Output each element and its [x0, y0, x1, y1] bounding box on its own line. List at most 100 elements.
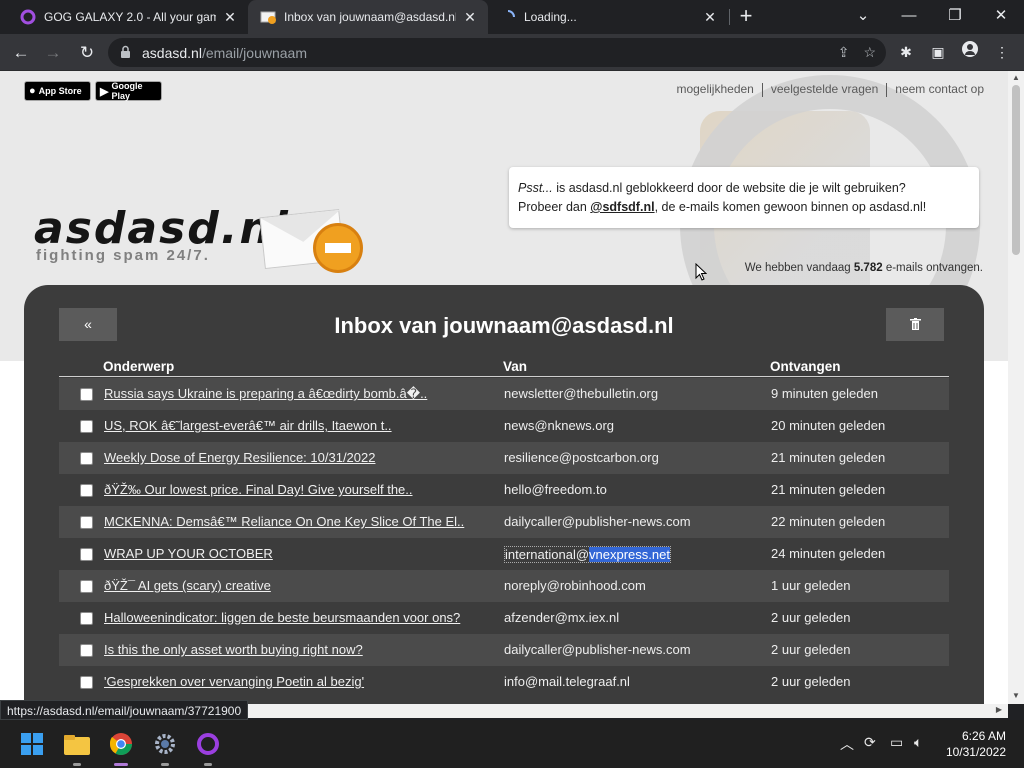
file-explorer-icon[interactable]	[61, 728, 93, 766]
table-row[interactable]: 'Gesprekken over vervanging Poetin al be…	[59, 666, 949, 698]
row-checkbox[interactable]	[80, 548, 93, 561]
table-row[interactable]: ðŸŽ¯ AI gets (scary) creative noreply@ro…	[59, 570, 949, 602]
scroll-right-arrow-icon[interactable]: ▶	[996, 705, 1002, 714]
google-play-badge[interactable]: ▶ Google Play	[95, 81, 162, 101]
row-checkbox[interactable]	[80, 388, 93, 401]
url-path: /email/jouwnaam	[201, 44, 307, 61]
taskbar-clock[interactable]: 6:26 AM 10/31/2022	[946, 728, 1006, 760]
row-checkbox[interactable]	[80, 420, 93, 433]
email-time: 2 uur geleden	[771, 674, 851, 689]
email-sender: dailycaller@publisher-news.com	[504, 642, 691, 657]
lock-icon[interactable]	[120, 45, 134, 61]
table-row[interactable]: Weekly Dose of Energy Resilience: 10/31/…	[59, 442, 949, 474]
email-sender: noreply@robinhood.com	[504, 578, 646, 593]
tab-loading[interactable]: Loading... ✕	[488, 0, 728, 34]
column-from[interactable]: Van	[503, 359, 527, 374]
email-subject-link[interactable]: Halloweenindicator: liggen de beste beur…	[104, 610, 460, 625]
table-row[interactable]: Halloweenindicator: liggen de beste beur…	[59, 602, 949, 634]
row-checkbox[interactable]	[80, 484, 93, 497]
tab-gog-galaxy[interactable]: GOG GALAXY 2.0 - All your games. All in …	[8, 0, 248, 34]
table-row[interactable]: WRAP UP YOUR OCTOBER international@vnexp…	[59, 538, 949, 570]
link-neem-contact-op[interactable]: neem contact op	[887, 82, 992, 97]
email-sender: news@nknews.org	[504, 418, 615, 433]
chrome-icon[interactable]	[105, 728, 137, 766]
row-checkbox[interactable]	[80, 516, 93, 529]
settings-gear-icon[interactable]	[149, 728, 181, 766]
apple-icon: ●	[29, 85, 36, 97]
email-subject-link[interactable]: Weekly Dose of Energy Resilience: 10/31/…	[104, 450, 375, 465]
tab-strip: GOG GALAXY 2.0 - All your games. All in …	[0, 0, 1024, 34]
email-subject-link[interactable]: 'Gesprekken over vervanging Poetin al be…	[104, 674, 364, 689]
address-bar[interactable]: asdasd.nl/email/jouwnaam ⇪ ☆	[108, 38, 886, 67]
email-time: 24 minuten geleden	[771, 546, 886, 561]
tab-close-icon[interactable]: ✕	[222, 9, 238, 26]
table-row[interactable]: Is this the only asset worth buying righ…	[59, 634, 949, 666]
table-row[interactable]: Russia says Ukraine is preparing a â€œdi…	[59, 378, 949, 410]
row-checkbox[interactable]	[80, 644, 93, 657]
reload-icon[interactable]: ↻	[74, 40, 100, 66]
new-tab-button[interactable]: +	[735, 5, 757, 28]
app-store-badge[interactable]: ● App Store	[24, 81, 91, 101]
column-subject[interactable]: Onderwerp	[103, 359, 174, 374]
site-tagline: fighting spam 24/7.	[36, 247, 210, 264]
stats-post: e-mails ontvangen.	[882, 262, 983, 274]
bookmark-star-icon[interactable]: ☆	[863, 44, 876, 61]
email-subject-link[interactable]: ðŸŽ¯ AI gets (scary) creative	[104, 578, 271, 593]
row-checkbox[interactable]	[80, 676, 93, 689]
notice-line1: is asdasd.nl geblokkeerd door de website…	[552, 181, 906, 195]
volume-icon[interactable]: 🔈︎	[914, 734, 922, 751]
scrollbar-thumb[interactable]	[1012, 85, 1020, 255]
email-time: 2 uur geleden	[771, 610, 851, 625]
email-subject-link[interactable]: US, ROK â€˜largest-everâ€™ air drills, I…	[104, 418, 392, 433]
restore-button[interactable]: ❐	[932, 0, 978, 34]
close-window-button[interactable]: ✕	[978, 0, 1024, 34]
inbox-title: Inbox van jouwnaam@asdasd.nl	[334, 313, 674, 338]
gog-galaxy-taskbar-icon[interactable]	[192, 728, 224, 766]
scroll-down-arrow-icon[interactable]: ▼	[1008, 691, 1024, 700]
row-checkbox[interactable]	[80, 580, 93, 593]
stats-count: 5.782	[853, 262, 883, 274]
mouse-cursor-icon	[695, 262, 708, 285]
email-time: 20 minuten geleden	[771, 418, 886, 433]
notice-line2-post: , de e-mails komen gewoon binnen op asda…	[654, 200, 927, 214]
link-mogelijkheden[interactable]: mogelijkheden	[668, 82, 761, 97]
email-time: 9 minuten geleden	[771, 386, 878, 401]
windows-start-icon[interactable]	[16, 728, 48, 760]
sender-selected-text: vnexpress.net	[589, 547, 670, 562]
row-checkbox[interactable]	[80, 612, 93, 625]
email-subject-link[interactable]: Is this the only asset worth buying righ…	[104, 642, 363, 657]
tab-close-icon[interactable]: ✕	[702, 9, 718, 26]
display-icon[interactable]: ▭	[890, 734, 903, 751]
share-icon[interactable]: ⇪	[838, 44, 850, 61]
clock-time: 6:26 AM	[961, 729, 1006, 743]
profile-avatar-icon[interactable]	[958, 40, 982, 64]
vertical-scrollbar[interactable]: ▲ ▼	[1008, 71, 1024, 704]
email-subject-link[interactable]: WRAP UP YOUR OCTOBER	[104, 546, 273, 561]
minimize-button[interactable]: —	[886, 0, 932, 34]
table-row[interactable]: ðŸŽ‰ Our lowest price. Final Day! Give y…	[59, 474, 949, 506]
link-veelgestelde-vragen[interactable]: veelgestelde vragen	[763, 82, 886, 97]
tray-chevron-up-icon[interactable]: ︿	[840, 734, 854, 754]
tab-close-icon[interactable]: ✕	[462, 9, 478, 26]
kebab-menu-icon[interactable]: ⋮	[990, 40, 1014, 64]
email-stats: We hebben vandaag 5.782 e-mails ontvange…	[745, 262, 983, 274]
row-checkbox[interactable]	[80, 452, 93, 465]
sync-icon[interactable]: ⟳	[864, 734, 876, 751]
email-subject-link[interactable]: Russia says Ukraine is preparing a â€œdi…	[104, 386, 427, 402]
table-row[interactable]: US, ROK â€˜largest-everâ€™ air drills, I…	[59, 410, 949, 442]
side-panel-icon[interactable]: ▣	[926, 40, 950, 64]
email-subject-link[interactable]: ðŸŽ‰ Our lowest price. Final Day! Give y…	[104, 482, 413, 497]
alt-domain-link[interactable]: @sdfsdf.nl	[590, 200, 654, 214]
extensions-puzzle-icon[interactable]: ✱	[894, 40, 918, 64]
email-time: 22 minuten geleden	[771, 514, 886, 529]
back-arrow-icon[interactable]: ←	[8, 40, 34, 66]
tab-search-icon[interactable]: ⌄	[840, 0, 886, 34]
table-row[interactable]: MCKENNA: Demsâ€™ Reliance On One Key Sli…	[59, 506, 949, 538]
column-received[interactable]: Ontvangen	[770, 359, 841, 374]
scroll-up-arrow-icon[interactable]: ▲	[1008, 73, 1024, 82]
top-links: mogelijkheden veelgestelde vragen neem c…	[668, 82, 992, 97]
email-subject-link[interactable]: MCKENNA: Demsâ€™ Reliance On One Key Sli…	[104, 514, 464, 529]
forward-arrow-icon[interactable]: →	[40, 40, 66, 66]
delete-inbox-button[interactable]	[886, 308, 944, 341]
tab-inbox[interactable]: Inbox van jouwnaam@asdasd.nl | asdasd.nl…	[248, 0, 488, 34]
